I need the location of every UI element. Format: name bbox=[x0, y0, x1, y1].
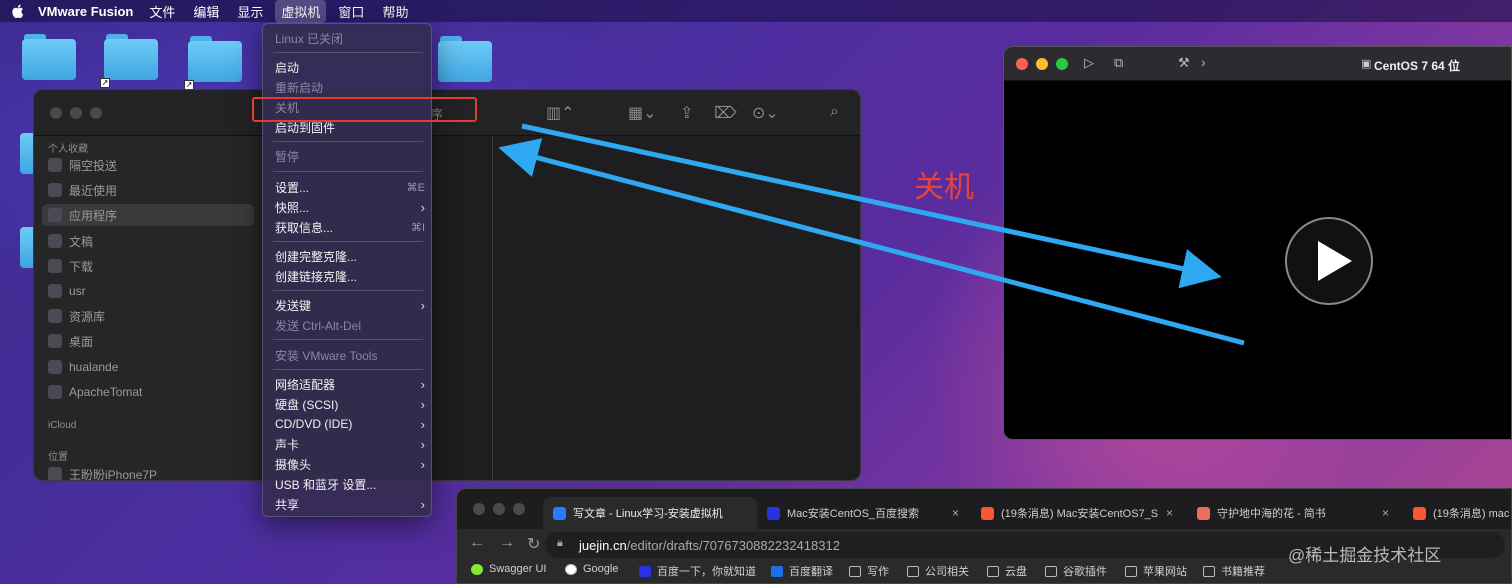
bookmark-folder-writing[interactable]: 写作 bbox=[849, 563, 889, 579]
browser-window: 写文章 - Linux学习-安装虚拟机 Mac安装CentOS_百度搜索 × (1… bbox=[456, 488, 1512, 584]
lock-icon: 🔒︎ bbox=[557, 537, 563, 549]
tab-juejin[interactable]: 写文章 - Linux学习-安装虚拟机 bbox=[543, 497, 757, 529]
close-tab-icon[interactable]: × bbox=[1382, 506, 1389, 520]
bookmark-folder-company[interactable]: 公司相关 bbox=[907, 563, 969, 579]
jianshu-favicon bbox=[1197, 506, 1210, 520]
annotation-label: 关机 bbox=[914, 171, 974, 204]
tab-strip: 写文章 - Linux学习-安装虚拟机 Mac安装CentOS_百度搜索 × (1… bbox=[457, 489, 1511, 529]
bookmark-folder-cloud[interactable]: 云盘 bbox=[987, 563, 1027, 579]
bookmark-google[interactable]: Google bbox=[565, 563, 618, 575]
baidu-icon bbox=[639, 565, 651, 577]
close-button[interactable] bbox=[473, 503, 485, 515]
bookmark-baidu-translate[interactable]: 百度翻译 bbox=[771, 563, 833, 579]
minimize-button[interactable] bbox=[493, 503, 505, 515]
bookmark-swagger[interactable]: Swagger UI bbox=[471, 563, 546, 575]
bookmark-folder-extensions[interactable]: 谷歌插件 bbox=[1045, 563, 1107, 579]
tab-csdn-2[interactable]: (19条消息) mac bbox=[1403, 497, 1511, 529]
baidu-favicon bbox=[767, 506, 780, 520]
bookmark-folder-apple[interactable]: 苹果网站 bbox=[1125, 563, 1187, 579]
folder-icon bbox=[849, 565, 861, 577]
folder-icon bbox=[907, 565, 919, 577]
back-icon[interactable]: ← bbox=[469, 534, 485, 552]
google-icon bbox=[565, 563, 577, 575]
swagger-icon bbox=[471, 563, 483, 575]
juejin-favicon bbox=[553, 506, 566, 520]
folder-icon bbox=[1125, 565, 1137, 577]
watermark: @稀土掘金技术社区 bbox=[1288, 546, 1442, 565]
folder-icon bbox=[1203, 565, 1215, 577]
window-controls bbox=[473, 503, 525, 515]
zoom-button[interactable] bbox=[513, 503, 525, 515]
reload-icon[interactable]: ↻ bbox=[527, 534, 540, 554]
tab-jianshu[interactable]: 守护地中海的花 - 简书 × bbox=[1187, 497, 1399, 529]
csdn-favicon bbox=[1413, 506, 1426, 520]
translate-icon bbox=[771, 565, 783, 577]
bookmark-folder-books[interactable]: 书籍推荐 bbox=[1203, 563, 1265, 579]
close-tab-icon[interactable]: × bbox=[1166, 506, 1173, 520]
tab-baidu[interactable]: Mac安装CentOS_百度搜索 × bbox=[757, 497, 969, 529]
close-tab-icon[interactable]: × bbox=[952, 506, 959, 520]
arrow-to-menu bbox=[498, 138, 1245, 346]
bookmark-baidu[interactable]: 百度一下，你就知道 bbox=[639, 563, 756, 579]
tab-csdn[interactable]: (19条消息) Mac安装CentOS7_S × bbox=[971, 497, 1183, 529]
arrow-to-vm bbox=[521, 123, 1222, 289]
csdn-favicon bbox=[981, 506, 994, 520]
forward-icon[interactable]: → bbox=[499, 534, 515, 552]
folder-icon bbox=[1045, 565, 1057, 577]
folder-icon bbox=[987, 565, 999, 577]
